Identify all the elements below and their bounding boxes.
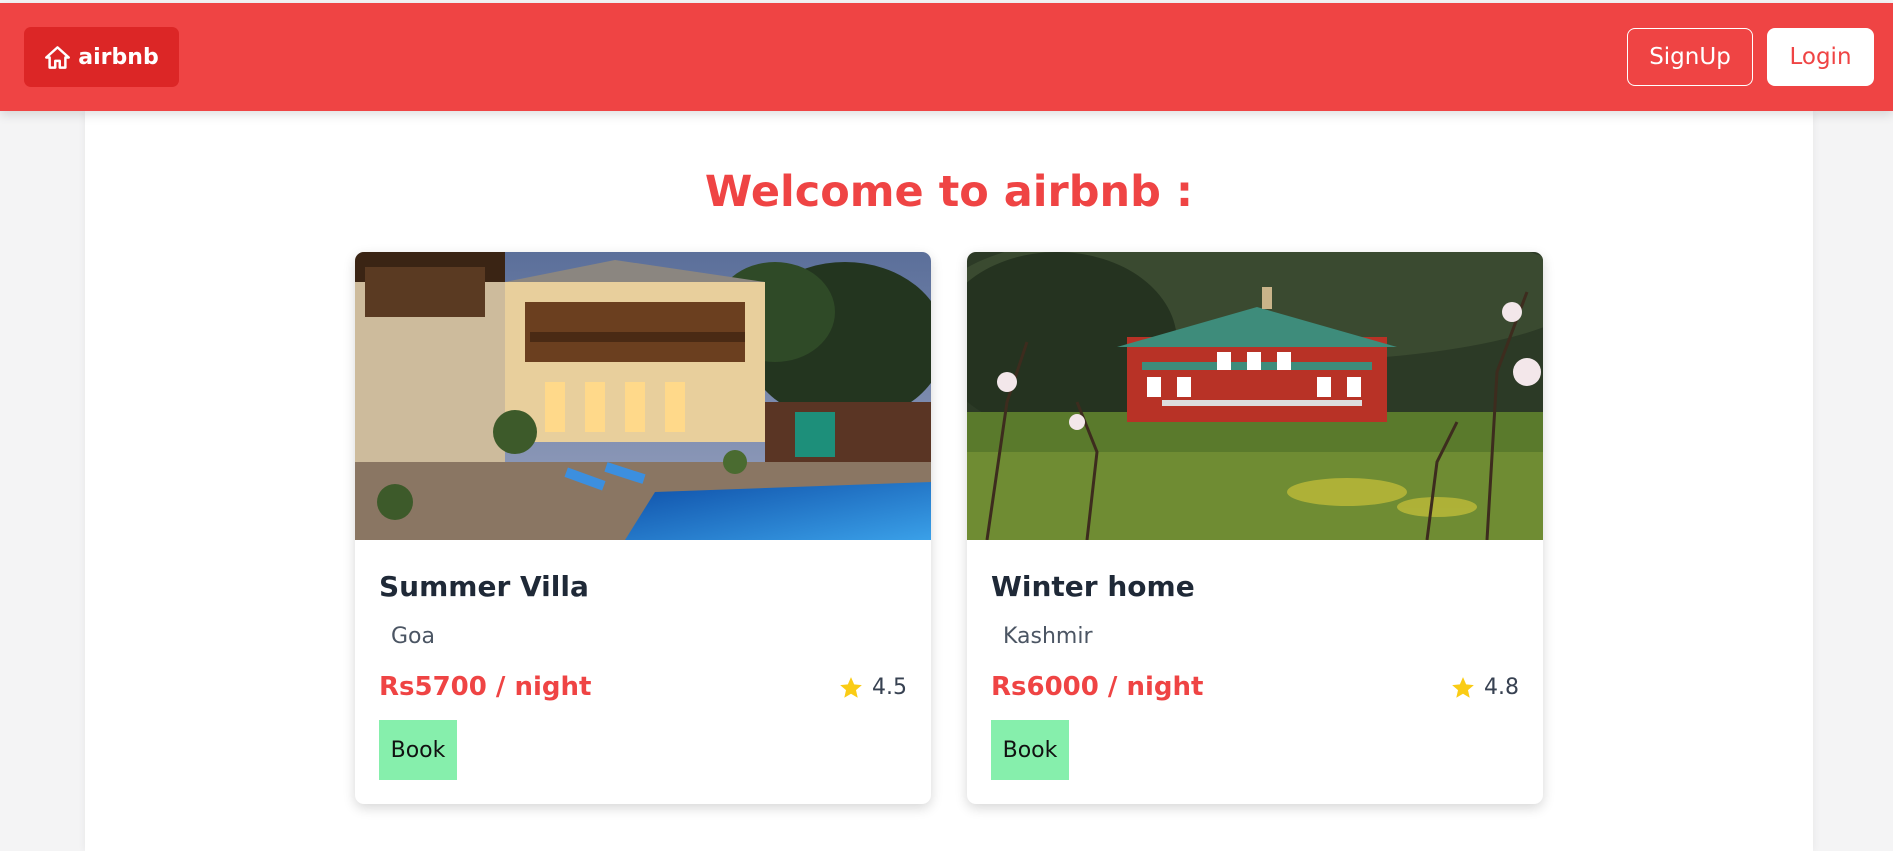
listing-price: Rs5700 / night <box>379 672 592 702</box>
rating-value: 4.8 <box>1484 675 1519 700</box>
listing-location: Goa <box>391 624 435 649</box>
listing-card[interactable]: Summer Villa Goa Rs5700 / night 4.5 Book <box>355 252 931 804</box>
listing-title: Summer Villa <box>379 570 589 603</box>
listing-rating: 4.5 <box>838 672 907 704</box>
page-title: Welcome to airbnb : <box>704 167 1194 217</box>
book-button[interactable]: Book <box>991 720 1069 780</box>
listing-location: Kashmir <box>1003 624 1093 649</box>
listing-card[interactable]: Winter home Kashmir Rs6000 / night 4.8 B… <box>967 252 1543 804</box>
main-panel <box>85 111 1813 851</box>
brand-logo-button[interactable]: airbnb <box>24 27 179 87</box>
listing-title: Winter home <box>991 570 1195 603</box>
star-icon <box>838 675 864 701</box>
red-house-in-orchard-photo <box>967 252 1543 540</box>
book-button[interactable]: Book <box>379 720 457 780</box>
listing-price: Rs6000 / night <box>991 672 1204 702</box>
listing-rating: 4.8 <box>1450 672 1519 704</box>
signup-button[interactable]: SignUp <box>1627 28 1753 86</box>
listing-image[interactable] <box>355 252 931 540</box>
navbar: airbnb SignUp Login <box>0 3 1893 111</box>
villa-with-pool-photo <box>355 252 931 540</box>
brand-label: airbnb <box>78 44 159 70</box>
home-icon <box>44 44 71 71</box>
listing-image[interactable] <box>967 252 1543 540</box>
login-button[interactable]: Login <box>1767 28 1874 86</box>
star-icon <box>1450 675 1476 701</box>
rating-value: 4.5 <box>872 675 907 700</box>
